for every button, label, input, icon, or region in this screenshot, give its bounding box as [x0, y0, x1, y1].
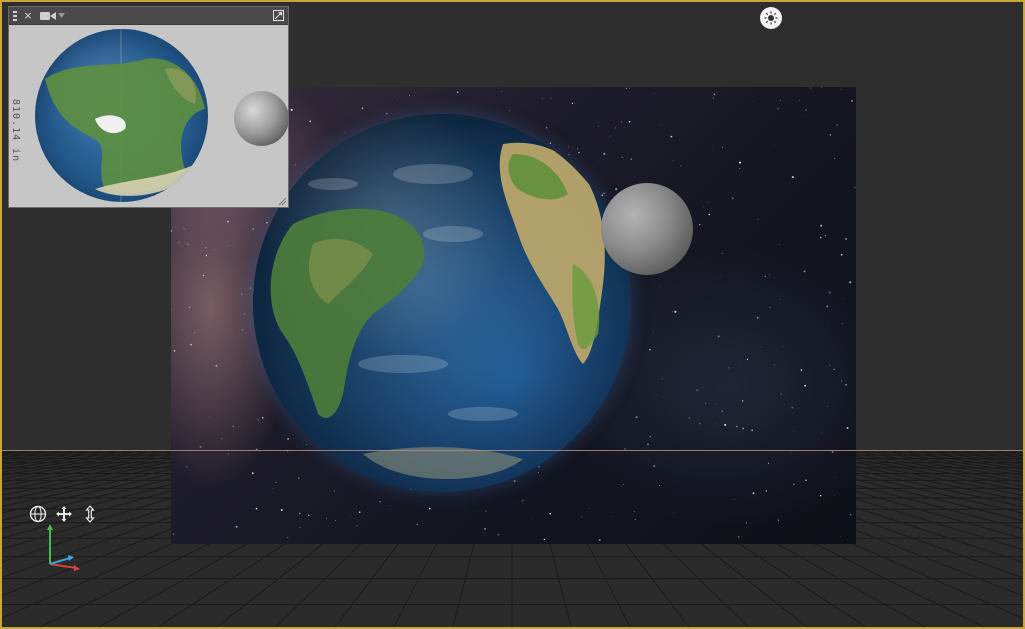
- orbit-icon[interactable]: [28, 504, 48, 524]
- pan-icon[interactable]: [54, 504, 74, 524]
- moon-preview: [234, 91, 288, 146]
- preview-title-bar[interactable]: ×: [9, 7, 288, 25]
- close-icon[interactable]: ×: [22, 8, 34, 23]
- moon-sphere[interactable]: [601, 183, 693, 275]
- camera-distance-readout: 810.14 in: [10, 99, 21, 163]
- video-camera-icon[interactable]: [39, 8, 57, 23]
- earth-continents: [270, 142, 605, 479]
- sun-light-icon[interactable]: [760, 7, 782, 29]
- earth-sphere[interactable]: [253, 114, 631, 492]
- chevron-down-icon[interactable]: [57, 8, 65, 23]
- maximize-icon[interactable]: [271, 8, 285, 23]
- camera-preview-window[interactable]: × 810.14 in: [8, 6, 289, 208]
- preview-render: 810.14 in: [9, 25, 288, 207]
- horizon-line: [2, 450, 1023, 451]
- earth-preview: [35, 29, 208, 202]
- resize-grip-icon[interactable]: [277, 196, 287, 206]
- grip-menu-icon[interactable]: [11, 8, 19, 23]
- 3d-viewport[interactable]: × 810.14 in: [0, 0, 1025, 629]
- navigation-gizmo: [28, 504, 100, 524]
- dolly-icon[interactable]: [80, 504, 100, 524]
- axis-triad-icon: [47, 524, 80, 571]
